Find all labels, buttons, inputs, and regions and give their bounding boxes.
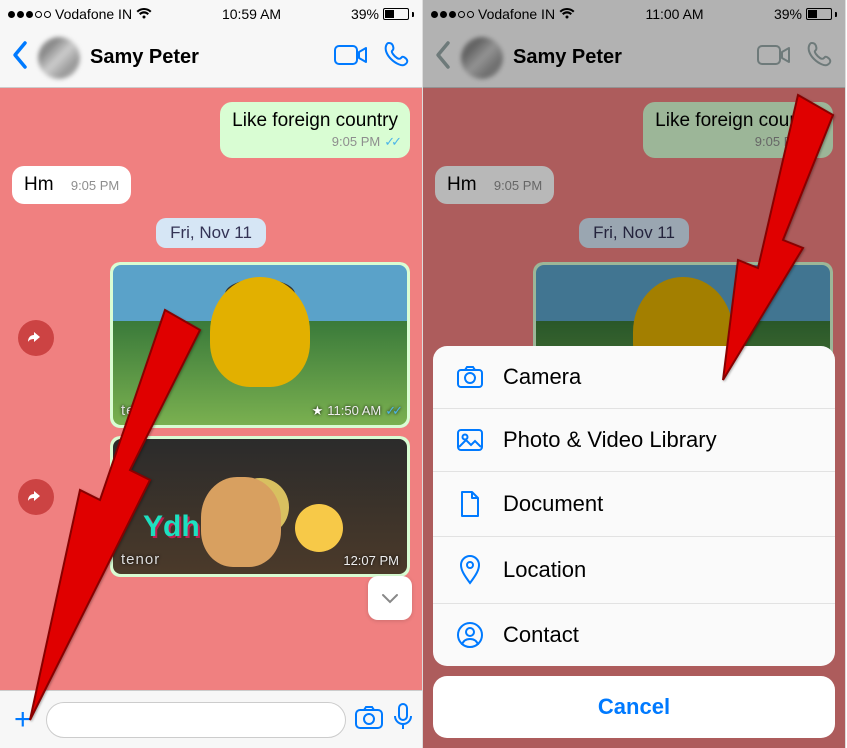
- date-separator: Fri, Nov 11: [0, 218, 422, 248]
- message-text: Like foreign country: [232, 110, 398, 132]
- message-time: 9:05 PM: [332, 134, 380, 149]
- status-bar: Vodafone IN 10:59 AM 39%: [0, 0, 422, 28]
- forward-icon[interactable]: [18, 320, 54, 356]
- message-time: 12:07 PM: [343, 553, 399, 568]
- gif-badge: GIF: [231, 478, 289, 536]
- contact-name-label[interactable]: Samy Peter: [90, 46, 320, 69]
- sheet-item-label: Contact: [503, 622, 579, 648]
- contact-icon: [455, 622, 485, 648]
- back-button[interactable]: [10, 40, 28, 75]
- sheet-item-document[interactable]: Document: [433, 472, 835, 537]
- sheet-item-contact[interactable]: Contact: [433, 604, 835, 666]
- contact-avatar[interactable]: [38, 37, 80, 79]
- message-time: 11:50 AM: [327, 403, 381, 418]
- screenshot-left: Vodafone IN 10:59 AM 39% Samy Peter: [0, 0, 423, 748]
- signal-dots-icon: [8, 11, 51, 18]
- gif-watermark: tenor: [121, 402, 160, 419]
- gif-overlay-text: Ydhi: [143, 510, 208, 544]
- clock-label: 10:59 AM: [222, 6, 281, 22]
- received-message[interactable]: Hm 9:05 PM: [12, 166, 131, 204]
- forward-icon[interactable]: [18, 479, 54, 515]
- voice-call-button[interactable]: [382, 40, 412, 75]
- sheet-cancel-button[interactable]: Cancel: [433, 676, 835, 738]
- document-icon: [455, 490, 485, 518]
- sent-message[interactable]: Like foreign country 9:05 PM ✓✓: [220, 102, 410, 158]
- sheet-item-location[interactable]: Location: [433, 537, 835, 604]
- screenshot-right: Vodafone IN 11:00 AM 39% Samy Peter: [423, 0, 846, 748]
- star-icon: ★: [312, 403, 324, 418]
- attach-button[interactable]: +: [8, 703, 38, 737]
- battery-percent-label: 39%: [351, 6, 379, 22]
- chat-header: Samy Peter: [0, 28, 422, 88]
- chat-area: Like foreign country 9:05 PM ✓✓ Hm 9:05 P…: [0, 88, 422, 690]
- carrier-label: Vodafone IN: [55, 6, 132, 22]
- photo-library-icon: [455, 428, 485, 452]
- message-time: 9:05 PM: [71, 178, 119, 193]
- read-ticks-icon: ✓✓: [385, 403, 399, 418]
- read-ticks-icon: ✓✓: [384, 134, 398, 149]
- input-bar: +: [0, 690, 422, 748]
- camera-icon: [455, 365, 485, 389]
- sheet-item-camera[interactable]: Camera: [433, 346, 835, 409]
- attachment-action-sheet: Camera Photo & Video Library Document Lo…: [433, 346, 835, 738]
- sheet-item-label: Camera: [503, 364, 581, 390]
- location-pin-icon: [455, 555, 485, 585]
- video-call-button[interactable]: [334, 43, 368, 72]
- message-text: Hm: [24, 174, 54, 195]
- smile-emoji-icon: [295, 504, 343, 552]
- message-input[interactable]: [46, 702, 346, 738]
- sheet-item-library[interactable]: Photo & Video Library: [433, 409, 835, 472]
- gif-badge: GIF: [231, 316, 289, 374]
- sheet-item-label: Location: [503, 557, 586, 583]
- gif-watermark: tenor: [121, 551, 160, 568]
- camera-button[interactable]: [354, 704, 384, 735]
- sheet-item-label: Document: [503, 491, 603, 517]
- battery-icon: [383, 8, 414, 20]
- wifi-icon: [136, 8, 152, 20]
- gif-message-2[interactable]: GIF Ydhi tenor 12:07 PM: [110, 436, 410, 577]
- mic-button[interactable]: [392, 702, 414, 737]
- gif-message-1[interactable]: GIF tenor ★11:50 AM ✓✓: [110, 262, 410, 428]
- sheet-item-label: Photo & Video Library: [503, 427, 717, 453]
- scroll-down-button[interactable]: [368, 576, 412, 620]
